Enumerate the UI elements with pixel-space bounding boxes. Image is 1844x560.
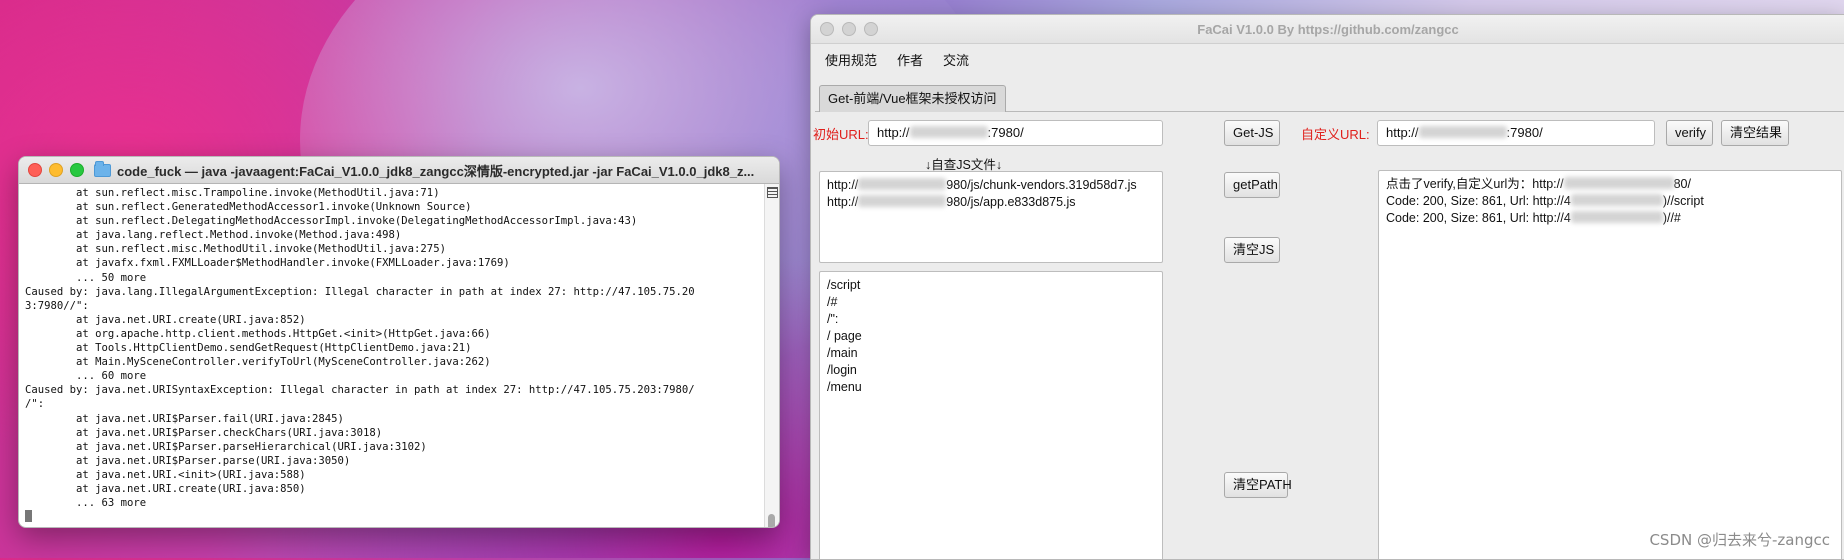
terminal-titlebar: code_fuck — java -javaagent:FaCai_V1.0.0… — [19, 157, 779, 184]
initial-url-field[interactable]: http:// :7980/ — [868, 120, 1163, 146]
terminal-line: at sun.reflect.misc.MethodUtil.invoke(Me… — [25, 243, 446, 256]
close-button[interactable] — [28, 163, 42, 177]
tab-strip: Get-前端/Vue框架未授权访问 — [815, 81, 1844, 112]
redacted-host — [1418, 126, 1507, 138]
scrollbar-thumb[interactable] — [768, 514, 775, 527]
result-line: Code: 200, Size: 861, Url: http://4)//# — [1386, 211, 1681, 225]
terminal-line: at javafx.fxml.FXMLLoader$MethodHandler.… — [25, 257, 510, 270]
custom-url-suffix: :7980/ — [1506, 125, 1543, 140]
menu-author[interactable]: 作者 — [897, 50, 923, 69]
folder-icon — [94, 160, 111, 177]
redacted-host — [1570, 194, 1663, 206]
verify-button[interactable]: verify — [1666, 120, 1713, 146]
initial-url-label: 初始URL: — [813, 127, 869, 142]
terminal-line: /": — [25, 398, 45, 411]
terminal-title: code_fuck — java -javaagent:FaCai_V1.0.0… — [94, 160, 755, 180]
get-js-button[interactable]: Get-JS — [1224, 120, 1280, 146]
terminal-line: at java.net.URI$Parser.parse(URI.java:30… — [25, 454, 351, 467]
list-item[interactable]: /main — [827, 345, 1155, 362]
facai-window: FaCai V1.0.0 By https://github.com/zangc… — [810, 14, 1844, 560]
terminal-line: ... 60 more — [25, 370, 147, 383]
tab-vue-unauth[interactable]: Get-前端/Vue框架未授权访问 — [819, 85, 1006, 112]
terminal-line: at java.lang.reflect.Method.invoke(Metho… — [25, 229, 402, 242]
terminal-window: code_fuck — java -javaagent:FaCai_V1.0.0… — [18, 156, 780, 528]
list-item[interactable]: /login — [827, 362, 1155, 379]
get-path-button[interactable]: getPath — [1224, 172, 1280, 198]
terminal-cursor — [25, 510, 759, 524]
custom-url-field[interactable]: http:// :7980/ — [1377, 120, 1655, 146]
list-item[interactable]: http://980/js/app.e833d875.js — [827, 194, 1155, 211]
terminal-line: at org.apache.http.client.methods.HttpGe… — [25, 327, 491, 340]
redacted-host — [909, 126, 988, 138]
menu-bar: 使用规范 作者 交流 — [811, 44, 1844, 74]
terminal-line: at java.net.URI$Parser.parseHierarchical… — [25, 440, 427, 453]
terminal-line: at sun.reflect.misc.Trampoline.invoke(Me… — [25, 187, 440, 199]
clear-result-button[interactable]: 清空结果 — [1721, 120, 1789, 146]
list-item[interactable]: /menu — [827, 379, 1155, 396]
list-item[interactable]: http://980/js/chunk-vendors.319d58d7.js — [827, 177, 1155, 194]
terminal-output[interactable]: at sun.reflect.misc.Trampoline.invoke(Me… — [19, 184, 765, 527]
terminal-line: at Main.MySceneController.verifyToUrl(My… — [25, 356, 491, 369]
redacted-host — [858, 195, 947, 207]
custom-url-label: 自定义URL: — [1301, 127, 1370, 142]
initial-url-suffix: :7980/ — [987, 125, 1024, 140]
terminal-line: at java.net.URI.create(URI.java:852) — [25, 313, 306, 326]
minimize-button[interactable] — [49, 163, 63, 177]
result-line: 点击了verify,自定义url为：http://80/ — [1386, 177, 1691, 191]
terminal-line: Caused by: java.net.URISyntaxException: … — [25, 384, 695, 397]
window-controls — [19, 163, 84, 177]
list-item[interactable]: /script — [827, 277, 1155, 294]
list-item[interactable]: /# — [827, 294, 1155, 311]
list-item[interactable]: / page — [827, 328, 1155, 345]
watermark: CSDN @归去来兮-zangcc — [1649, 531, 1830, 549]
scroll-menu-icon[interactable] — [767, 187, 778, 198]
redacted-host — [1570, 211, 1663, 223]
list-item[interactable]: /": — [827, 311, 1155, 328]
terminal-line: at Tools.HttpClientDemo.sendGetRequest(H… — [25, 342, 472, 355]
terminal-line: Caused by: java.lang.IllegalArgumentExce… — [25, 285, 695, 298]
terminal-line: at sun.reflect.DelegatingMethodAccessorI… — [25, 215, 638, 228]
redacted-host — [858, 178, 947, 190]
terminal-line: at sun.reflect.GeneratedMethodAccessor1.… — [25, 201, 472, 214]
clear-path-button[interactable]: 清空PATH — [1224, 472, 1292, 498]
js-files-list[interactable]: http://980/js/chunk-vendors.319d58d7.js … — [819, 171, 1163, 263]
results-output[interactable]: 点击了verify,自定义url为：http://80/ Code: 200, … — [1378, 170, 1842, 559]
terminal-line: at java.net.URI.create(URI.java:850) — [25, 482, 306, 495]
terminal-scrollbar[interactable] — [764, 184, 779, 527]
terminal-line: at java.net.URI$Parser.fail(URI.java:284… — [25, 412, 344, 425]
menu-usage[interactable]: 使用规范 — [825, 50, 877, 69]
terminal-line: at java.net.URI.<init>(URI.java:588) — [25, 468, 306, 481]
facai-title: FaCai V1.0.0 By https://github.com/zangc… — [1197, 21, 1459, 37]
clear-js-button[interactable]: 清空JS — [1224, 237, 1280, 263]
terminal-line: ... 63 more — [25, 497, 147, 510]
redacted-host — [1563, 177, 1674, 189]
terminal-title-text: code_fuck — java -javaagent:FaCai_V1.0.0… — [117, 163, 755, 179]
result-line: Code: 200, Size: 861, Url: http://4)//sc… — [1386, 194, 1704, 208]
custom-url-prefix: http:// — [1386, 125, 1419, 140]
terminal-line: ... 50 more — [25, 271, 147, 284]
paths-list[interactable]: /script /# /": / page /main /login /menu — [819, 271, 1163, 559]
facai-titlebar: FaCai V1.0.0 By https://github.com/zangc… — [811, 15, 1844, 44]
zoom-button[interactable] — [70, 163, 84, 177]
terminal-line: 3:7980//": — [25, 299, 89, 312]
initial-url-prefix: http:// — [877, 125, 910, 140]
terminal-line: at java.net.URI$Parser.checkChars(URI.ja… — [25, 426, 383, 439]
menu-community[interactable]: 交流 — [943, 50, 969, 69]
